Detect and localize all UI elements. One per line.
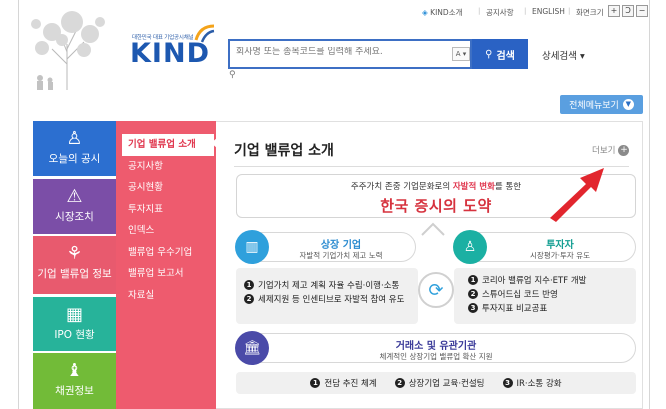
point-text: 스튜어드십 코드 반영 <box>482 290 558 300</box>
roof-divider-icon <box>421 222 445 236</box>
point-text: 세제지원 등 인센티브로 자발적 참여 유도 <box>258 295 405 305</box>
strategy-text: IR·소통 강화 <box>516 379 562 389</box>
number-badge: 1 <box>468 275 478 285</box>
search-icon: ⚲ <box>485 48 493 60</box>
zoom-in-button[interactable]: + <box>608 5 620 17</box>
notice-link[interactable]: 공지사항 <box>486 7 514 18</box>
category-bond[interactable]: ♝ 채권정보 <box>33 353 116 409</box>
submenu-index[interactable]: 인덱스 <box>116 220 216 242</box>
list-item: 3 IR·소통 강화 <box>502 377 562 389</box>
category-label: 채권정보 <box>55 385 94 397</box>
banner-sub-text: 주주가치 존중 기업문화로의 <box>350 182 453 192</box>
number-badge: 1 <box>244 280 254 290</box>
list-item: 1 기업가치 제고 계획 자율 수립·이행·소통 <box>244 278 418 292</box>
growth-arrow-icon <box>550 168 604 222</box>
value-up-submenu: 기업 밸류업 소개 공지사항 공시현황 투자지표 인덱스 밸류업 우수기업 밸류… <box>116 121 216 409</box>
building-icon: ▦ <box>65 304 83 325</box>
listed-points-box: 1 기업가치 제고 계획 자율 수립·이행·소통 2 세제지원 등 인센티브로 자발… <box>236 268 418 324</box>
strategy-text: 전담 추진 체계 <box>324 379 377 389</box>
list-item: 2 스튜어드십 코드 반영 <box>468 287 636 301</box>
category-label: 오늘의 공시 <box>48 153 101 165</box>
person-icon: ♙ <box>66 128 83 149</box>
page-title: 기업 밸류업 소개 <box>234 143 334 159</box>
submenu-archive[interactable]: 자료실 <box>116 285 216 307</box>
full-menu-button[interactable]: 전체메뉴보기 ▼ <box>560 95 643 114</box>
number-badge: 3 <box>502 378 513 388</box>
warning-icon: ⚠ <box>66 186 83 207</box>
number-badge: 3 <box>468 303 478 313</box>
number-badge: 2 <box>394 378 405 388</box>
content-panel: 기업 밸류업 소개 더보기 + 주주가치 존중 기업문화로의 자발적 변화를 통… <box>216 121 643 409</box>
search-button[interactable]: ⚲ 검색 <box>472 39 528 69</box>
magnifier-icon: ⚲ <box>229 70 236 80</box>
investor-title: 투자자 <box>546 240 574 251</box>
advanced-search-button[interactable]: 상세검색 ▾ <box>542 48 585 62</box>
more-label: 더보기 <box>592 146 616 156</box>
market-select[interactable]: A ▾ <box>452 47 470 61</box>
category-label: IPO 현황 <box>54 329 95 341</box>
category-value-up[interactable]: ⚘ 기업 밸류업 정보 <box>33 236 116 294</box>
submenu-disclosure-status[interactable]: 공시현황 <box>116 177 216 199</box>
list-item: 2 세제지원 등 인센티브로 자발적 참여 유도 <box>244 292 418 306</box>
category-label: 시장조치 <box>55 211 94 223</box>
exchange-desc: 체계적인 상장기업 밸류업 확산 지원 <box>379 352 493 361</box>
medal-icon: ⚘ <box>66 243 83 264</box>
list-item: 2 상장기업 교육·컨설팅 <box>394 377 485 389</box>
category-ipo[interactable]: ▦ IPO 현황 <box>33 297 116 351</box>
submenu-investment-index[interactable]: 투자지표 <box>116 199 216 221</box>
listed-title: 상장 기업 <box>320 240 362 251</box>
submenu-reports[interactable]: 밸류업 보고서 <box>116 263 216 285</box>
number-badge: 1 <box>310 378 321 388</box>
market-select-value: A <box>455 50 461 58</box>
submenu-value-up-intro[interactable]: 기업 밸류업 소개 <box>122 134 214 156</box>
util-divider: | <box>524 7 527 15</box>
search-input[interactable] <box>236 47 446 57</box>
category-today-disclosure[interactable]: ♙ 오늘의 공시 <box>33 121 116 176</box>
list-item: 1 코리아 밸류업 지수·ETF 개발 <box>468 273 636 287</box>
submenu-notice[interactable]: 공지사항 <box>116 156 216 178</box>
screen-size-label: 화면크기 <box>576 8 604 17</box>
strategy-text: 상장기업 교육·컨설팅 <box>408 379 485 389</box>
english-link[interactable]: ENGLISH <box>532 7 565 16</box>
exchange-title: 거래소 및 유관기관 <box>395 341 477 352</box>
point-text: 기업가치 제고 계획 자율 수립·이행·소통 <box>258 281 400 291</box>
number-badge: 2 <box>468 289 478 299</box>
full-menu-label: 전체메뉴보기 <box>569 101 619 111</box>
list-item: 1 전담 추진 체계 <box>310 377 377 389</box>
chevron-down-icon: ▼ <box>622 99 634 110</box>
tree-illustration <box>31 11 105 90</box>
banner-sub-highlight: 자발적 변화 <box>452 182 495 192</box>
investor-box: ♙ 투자자 시장평가·투자 유도 <box>453 230 636 264</box>
util-divider: | <box>568 7 571 15</box>
util-divider: | <box>478 7 481 15</box>
search-box: A ▾ <box>228 39 472 69</box>
investor-desc: 시장평가·투자 유도 <box>530 251 590 260</box>
strategy-strip: 1 전담 추진 체계 2 상장기업 교육·컨설팅 3 IR·소통 강화 <box>236 372 636 394</box>
submenu-excellent-companies[interactable]: 밸류업 우수기업 <box>116 242 216 264</box>
exchange-box: 🏛 거래소 및 유관기관 체계적인 상장기업 밸류업 확산 지원 <box>235 331 636 365</box>
listed-desc: 자발적 기업가치 제고 노력 <box>299 251 383 260</box>
logo-swoosh-icon <box>194 24 215 43</box>
zoom-out-button[interactable]: − <box>636 5 648 17</box>
more-link[interactable]: 더보기 + <box>592 144 630 156</box>
category-label: 기업 밸류업 정보 <box>37 268 112 280</box>
point-text: 투자지표 비교공표 <box>482 304 548 314</box>
kind-intro-label: KIND소개 <box>430 8 463 17</box>
zoom-reset-button[interactable]: Ↄ <box>622 5 634 17</box>
category-market-action[interactable]: ⚠ 시장조치 <box>33 179 116 234</box>
number-badge: 2 <box>244 294 254 304</box>
cycle-icon: ⟳ <box>418 272 454 308</box>
listed-company-box: ▥ 상장 기업 자발적 기업가치 제고 노력 <box>235 230 416 264</box>
point-text: 코리아 밸류업 지수·ETF 개발 <box>482 276 587 286</box>
search-button-label: 검색 <box>496 50 515 62</box>
plus-icon: + <box>618 144 630 156</box>
investor-points-box: 1 코리아 밸류업 지수·ETF 개발 2 스튜어드십 코드 반영 3 투자지표 비교… <box>454 268 636 324</box>
bond-icon: ♝ <box>66 360 83 381</box>
kind-intro-link[interactable]: ◈ KIND소개 <box>422 7 463 18</box>
kind-intro-icon: ◈ <box>422 8 428 17</box>
banner-sub-text: 를 통한 <box>494 182 522 192</box>
list-item: 3 투자지표 비교공표 <box>468 301 636 315</box>
